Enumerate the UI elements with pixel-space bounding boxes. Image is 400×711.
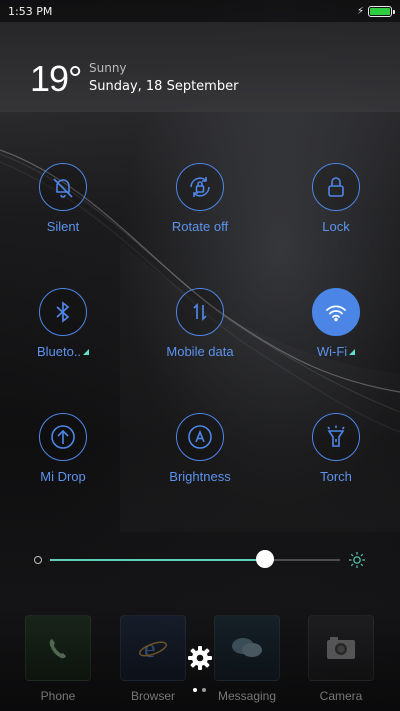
upload-arrow-icon — [39, 413, 87, 461]
bell-off-icon — [39, 163, 87, 211]
toggle-label: Mi Drop — [40, 469, 86, 484]
rotate-lock-icon — [176, 163, 224, 211]
padlock-icon — [312, 163, 360, 211]
auto-brightness-icon — [176, 413, 224, 461]
toggle-rotate[interactable]: Rotate off — [145, 163, 255, 234]
toggle-label: Rotate off — [171, 219, 229, 234]
toggle-mi-drop[interactable]: Mi Drop — [8, 413, 118, 484]
status-time: 1:53 PM — [8, 4, 53, 18]
page-dot-active — [193, 688, 197, 692]
flashlight-icon — [312, 413, 360, 461]
toggle-label-text: Blueto.. — [36, 344, 82, 359]
bluetooth-icon — [39, 288, 87, 336]
toggle-brightness[interactable]: Brightness — [145, 413, 255, 484]
battery-icon — [368, 5, 395, 17]
dock-app-messaging[interactable]: Messaging — [212, 615, 282, 703]
battery-indicator: ⚡ — [356, 5, 395, 17]
temperature: 19° — [30, 58, 82, 99]
dock-app-phone[interactable]: Phone — [23, 615, 93, 703]
toggle-label: Blueto.. — [8, 344, 118, 359]
toggle-torch[interactable]: Torch — [281, 413, 391, 484]
weather-condition: Sunny — [89, 61, 127, 75]
menu-indicator-icon — [83, 349, 90, 355]
gear-icon[interactable] — [186, 644, 214, 672]
toggle-label: Mobile data — [166, 344, 234, 359]
toggle-label-text: Wi-Fi — [316, 344, 348, 359]
date-label: Sunday, 18 September — [89, 79, 239, 94]
toggle-lock[interactable]: Lock — [281, 163, 391, 234]
toggle-wifi[interactable]: Wi-Fi — [281, 288, 391, 359]
toggle-label: Wi-Fi — [281, 344, 391, 359]
slider-track[interactable] — [50, 559, 340, 561]
toggle-label: Torch — [320, 469, 352, 484]
dock-app-camera[interactable]: Camera — [306, 615, 376, 703]
svg-text:e: e — [144, 634, 156, 663]
dock-app-label: Messaging — [217, 689, 277, 703]
dock-app-label: Camera — [319, 689, 363, 703]
phone-icon — [25, 615, 91, 681]
menu-indicator-icon — [349, 349, 356, 355]
toggle-silent[interactable]: Silent — [8, 163, 118, 234]
sun-icon — [349, 552, 365, 568]
toggle-label: Silent — [46, 219, 80, 234]
weather-header[interactable]: 19° Sunny Sunday, 18 September — [0, 22, 400, 112]
dock-app-label: Browser — [130, 689, 175, 703]
toggle-bluetooth[interactable]: Blueto.. — [8, 288, 118, 359]
messaging-icon — [214, 615, 280, 681]
battery-level-fill — [370, 7, 390, 15]
wifi-icon — [312, 288, 360, 336]
toggle-label: Lock — [322, 219, 350, 234]
slider-fill — [50, 559, 265, 561]
page-indicator — [193, 688, 206, 692]
dim-brightness-icon — [34, 556, 42, 564]
dock-app-browser[interactable]: e Browser — [118, 615, 188, 703]
status-bar: 1:53 PM ⚡ — [0, 0, 400, 22]
camera-icon — [308, 615, 374, 681]
toggle-mobile-data[interactable]: Mobile data — [145, 288, 255, 359]
dock-app-label: Phone — [40, 689, 76, 703]
toggle-label: Brightness — [169, 469, 231, 484]
data-arrows-icon — [176, 288, 224, 336]
page-dot — [202, 688, 206, 692]
bolt-icon: ⚡ — [356, 5, 364, 17]
slider-thumb[interactable] — [255, 550, 274, 568]
brightness-slider[interactable] — [0, 540, 400, 580]
browser-icon: e — [120, 615, 186, 681]
